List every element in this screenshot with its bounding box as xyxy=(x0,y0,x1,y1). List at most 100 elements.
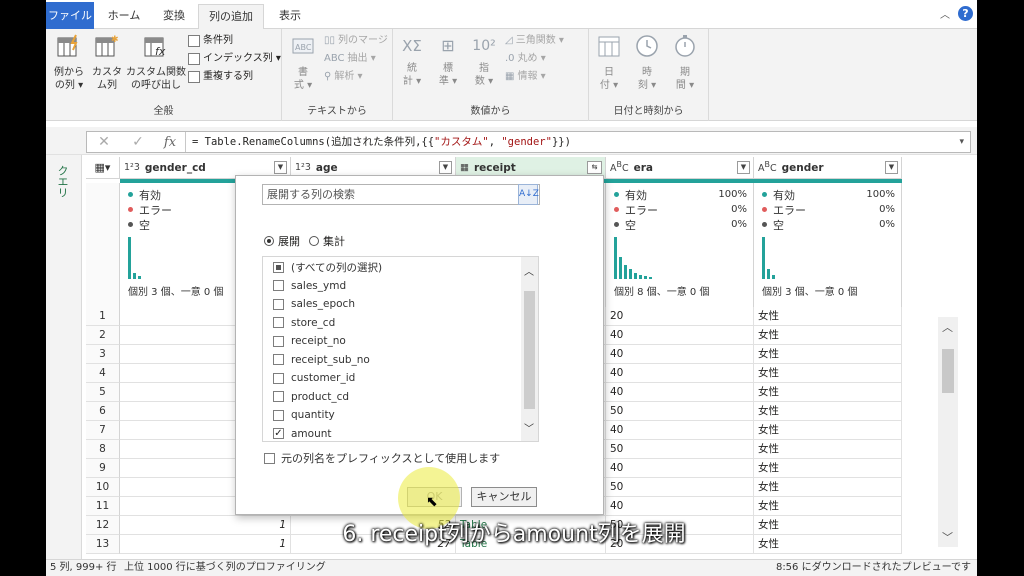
scientific-button[interactable]: 10² 指 数 ▾ xyxy=(469,33,499,88)
row-number[interactable]: 9 xyxy=(86,459,120,478)
table-cell[interactable]: 女性 xyxy=(754,326,902,345)
checkbox[interactable] xyxy=(273,391,284,402)
duplicate-column-button[interactable]: 重複する列 xyxy=(188,69,253,85)
column-option[interactable]: ✓ amount xyxy=(273,425,332,442)
checkbox[interactable] xyxy=(273,280,284,291)
filter-dropdown-icon[interactable]: ▼ xyxy=(439,161,452,174)
search-columns-input[interactable]: 展開する列の検索 xyxy=(262,184,540,205)
filter-dropdown-icon[interactable]: ▼ xyxy=(737,161,750,174)
index-column-button[interactable]: インデックス列 ▾ xyxy=(188,51,281,67)
table-cell[interactable]: 女性 xyxy=(754,307,902,326)
format-button[interactable]: ABC 書 式 ▾ xyxy=(286,33,320,92)
invoke-custom-function-button[interactable]: fx カスタム関数 の呼び出し xyxy=(126,33,186,92)
tab-home[interactable]: ホーム xyxy=(102,4,146,29)
collapse-ribbon-icon[interactable]: ︿ xyxy=(940,6,950,21)
row-number[interactable]: 7 xyxy=(86,421,120,440)
cancel-formula-icon[interactable]: ✕ xyxy=(87,134,121,150)
formula-input[interactable]: = Table.RenameColumns(追加された条件列,{{"カスタム",… xyxy=(185,132,571,152)
information-button[interactable]: ▦ 情報 ▾ xyxy=(505,69,546,85)
table-cell[interactable]: 40 xyxy=(606,345,754,364)
row-number[interactable]: 12 xyxy=(86,516,120,535)
table-cell[interactable]: 女性 xyxy=(754,535,902,554)
table-cell[interactable]: 1 xyxy=(120,516,291,535)
column-option[interactable]: receipt_sub_no xyxy=(273,351,370,369)
tab-file[interactable]: ファイル xyxy=(46,2,94,29)
queries-pane-collapsed[interactable]: クエリ xyxy=(46,155,82,559)
table-menu-button[interactable]: ▦▾ xyxy=(86,157,120,179)
merge-columns-button[interactable]: ▯▯ 列のマージ xyxy=(324,33,388,49)
checkbox[interactable] xyxy=(273,409,284,421)
radio-expand[interactable]: 展開 xyxy=(264,233,300,249)
parse-button[interactable]: ⚲ 解析 ▾ xyxy=(324,69,363,85)
scroll-down-icon[interactable]: ﹀ xyxy=(942,529,953,545)
extract-button[interactable]: ABC 抽出 ▾ xyxy=(324,51,376,67)
grid-vertical-scrollbar[interactable]: ︿ ﹀ xyxy=(938,317,958,547)
row-number[interactable]: 2 xyxy=(86,326,120,345)
checkbox[interactable] xyxy=(273,372,284,384)
column-option[interactable]: store_cd xyxy=(273,314,335,332)
statistics-button[interactable]: XΣ 統 計 ▾ xyxy=(397,33,427,88)
tab-view[interactable]: 表示 xyxy=(270,4,310,29)
date-button[interactable]: 日 付 ▾ xyxy=(593,33,625,92)
row-number[interactable]: 5 xyxy=(86,383,120,402)
duration-button[interactable]: 期 間 ▾ xyxy=(669,33,701,92)
status-profiling[interactable]: 上位 1000 行に基づく列のプロファイリング xyxy=(124,560,326,576)
table-cell[interactable]: 40 xyxy=(606,383,754,402)
tab-add-column[interactable]: 列の追加 xyxy=(198,4,264,30)
row-number[interactable]: 3 xyxy=(86,345,120,364)
use-prefix-option[interactable]: 元の列名をプレフィックスとして使用します xyxy=(264,450,500,466)
tab-transform[interactable]: 変換 xyxy=(152,4,196,29)
table-cell[interactable]: 女性 xyxy=(754,478,902,497)
radio-aggregate[interactable]: 集計 xyxy=(309,233,345,249)
table-cell[interactable]: 女性 xyxy=(754,364,902,383)
whole-number-type-icon[interactable]: 1²3 xyxy=(295,162,311,173)
checkbox[interactable] xyxy=(273,317,284,328)
table-cell[interactable]: 40 xyxy=(606,326,754,345)
time-button[interactable]: 時 刻 ▾ xyxy=(631,33,663,92)
table-cell[interactable]: 1 xyxy=(120,535,291,554)
list-scrollbar[interactable]: ︿ ﹀ xyxy=(521,257,538,441)
table-cell[interactable]: 女性 xyxy=(754,383,902,402)
column-option[interactable]: customer_id xyxy=(273,369,355,387)
table-cell[interactable]: 40 xyxy=(606,497,754,516)
column-option[interactable]: sales_epoch xyxy=(273,295,355,313)
column-option[interactable]: sales_ymd xyxy=(273,277,346,295)
checkbox[interactable] xyxy=(273,261,284,273)
column-header-gender[interactable]: ABC gender ▼ xyxy=(754,157,902,179)
column-header-era[interactable]: ABC era ▼ xyxy=(606,157,754,179)
standard-button[interactable]: ⊞ 標 準 ▾ xyxy=(433,33,463,88)
scroll-up-icon[interactable]: ︿ xyxy=(942,319,953,335)
trigonometry-button[interactable]: ◿ 三角関数 ▾ xyxy=(505,33,564,49)
cancel-button[interactable]: キャンセル xyxy=(471,487,537,507)
table-cell[interactable]: 女性 xyxy=(754,440,902,459)
row-number[interactable]: 10 xyxy=(86,478,120,497)
table-cell[interactable]: 40 xyxy=(606,421,754,440)
custom-column-button[interactable]: ✱ カスタ ム列 xyxy=(90,33,124,92)
expand-column-icon[interactable]: ⇆ xyxy=(587,161,602,174)
filter-dropdown-icon[interactable]: ▼ xyxy=(274,161,287,174)
table-cell[interactable]: 40 xyxy=(606,459,754,478)
row-number[interactable]: 6 xyxy=(86,402,120,421)
table-type-icon[interactable]: ▦ xyxy=(460,162,469,173)
column-from-examples-button[interactable]: 例から の列 ▾ xyxy=(52,33,86,92)
fx-icon[interactable]: fx xyxy=(155,135,185,150)
row-number[interactable]: 4 xyxy=(86,364,120,383)
whole-number-type-icon[interactable]: 1²3 xyxy=(124,162,140,173)
scroll-down-icon[interactable]: ﹀ xyxy=(524,420,534,435)
column-option[interactable]: product_cd xyxy=(273,388,349,406)
table-cell[interactable]: 女性 xyxy=(754,421,902,440)
expand-formula-icon[interactable]: ▾ xyxy=(959,137,970,147)
checkbox[interactable] xyxy=(273,335,284,347)
filter-dropdown-icon[interactable]: ▼ xyxy=(885,161,898,174)
table-cell[interactable]: 女性 xyxy=(754,516,902,535)
table-cell[interactable]: 20 xyxy=(606,307,754,326)
row-number[interactable]: 13 xyxy=(86,535,120,554)
table-cell[interactable]: 50 xyxy=(606,478,754,497)
column-option[interactable]: receipt_no xyxy=(273,332,346,350)
table-cell[interactable]: 女性 xyxy=(754,345,902,364)
table-cell[interactable]: 女性 xyxy=(754,459,902,478)
scroll-thumb[interactable] xyxy=(942,349,954,393)
prefix-checkbox[interactable] xyxy=(264,452,275,464)
help-icon[interactable]: ? xyxy=(958,6,973,21)
conditional-column-button[interactable]: 条件列 xyxy=(188,33,233,49)
